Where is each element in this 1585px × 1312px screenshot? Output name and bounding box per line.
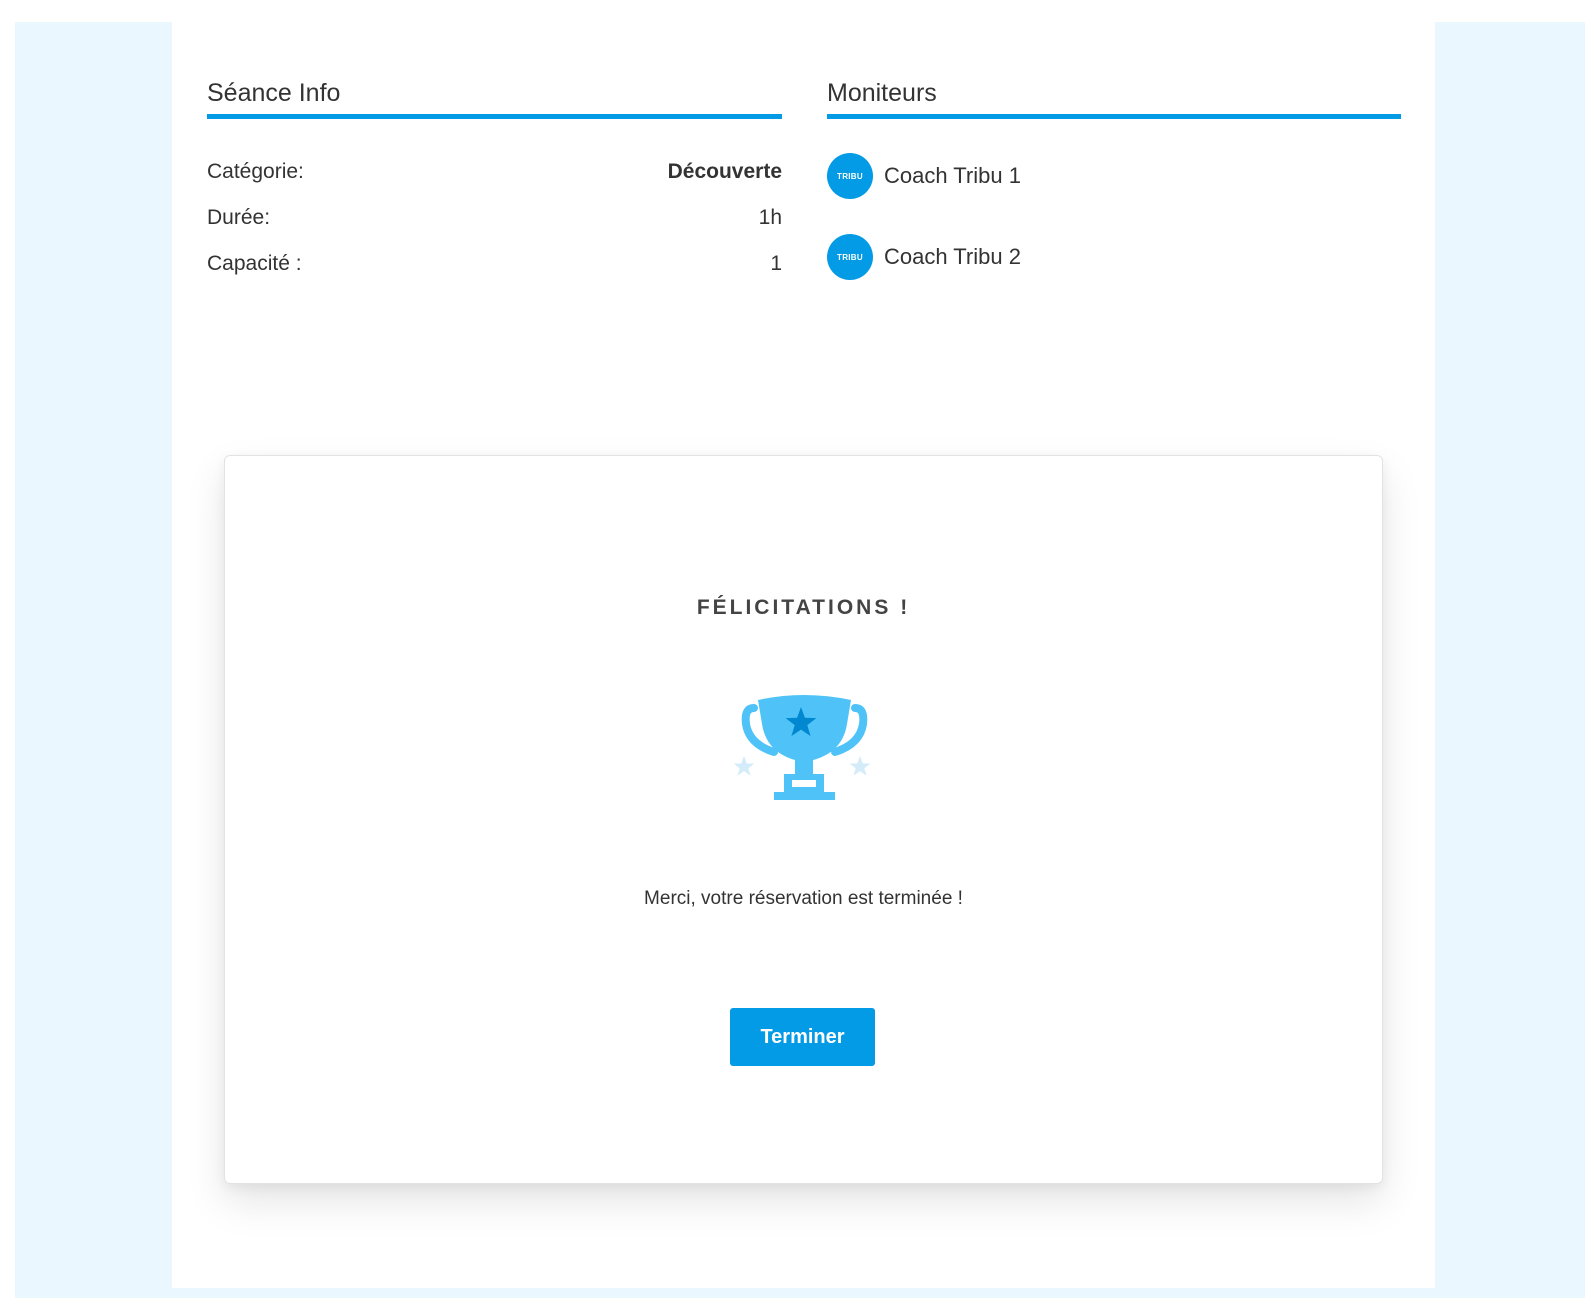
instructors-title: Moniteurs <box>827 78 1401 119</box>
left-star-icon <box>733 756 755 776</box>
coach-name: Coach Tribu 1 <box>884 163 1021 188</box>
right-star-icon <box>849 756 871 776</box>
main-content: Séance Info Catégorie: Découverte Durée:… <box>172 22 1435 1288</box>
duration-label: Durée: <box>207 206 271 229</box>
info-row-category: Catégorie: Découverte <box>207 149 782 195</box>
thanks-message: Merci, votre réservation est terminée ! <box>644 888 963 909</box>
session-info-title: Séance Info <box>207 78 782 119</box>
coach-avatar: TRIBU <box>827 234 873 280</box>
session-info-section: Séance Info Catégorie: Découverte Durée:… <box>207 78 782 287</box>
instructors-section: Moniteurs TRIBU Coach Tribu 1 TRIBU Coac… <box>827 78 1401 313</box>
capacity-label: Capacité : <box>207 252 302 275</box>
duration-value: 1h <box>758 206 782 229</box>
coach-name: Coach Tribu 2 <box>884 244 1021 269</box>
capacity-value: 1 <box>770 252 782 275</box>
congratulations-title: FÉLICITATIONS ! <box>696 596 911 619</box>
category-value: Découverte <box>667 160 782 183</box>
coach-item-1[interactable]: TRIBU Coach Tribu 1 <box>827 151 1401 201</box>
confirmation-card: FÉLICITATIONS ! Merci, votre réservation… <box>224 455 1383 1184</box>
coach-list: TRIBU Coach Tribu 1 TRIBU Coach Tribu 2 <box>827 151 1401 282</box>
info-row-duration: Durée: 1h <box>207 195 782 241</box>
coach-avatar: TRIBU <box>827 153 873 199</box>
finish-button[interactable]: Terminer <box>730 1008 875 1066</box>
coach-item-2[interactable]: TRIBU Coach Tribu 2 <box>827 232 1401 282</box>
session-info-list: Catégorie: Découverte Durée: 1h Capacité… <box>207 149 782 287</box>
info-row-capacity: Capacité : 1 <box>207 241 782 287</box>
category-label: Catégorie: <box>207 160 304 183</box>
trophy-icon <box>733 695 871 800</box>
